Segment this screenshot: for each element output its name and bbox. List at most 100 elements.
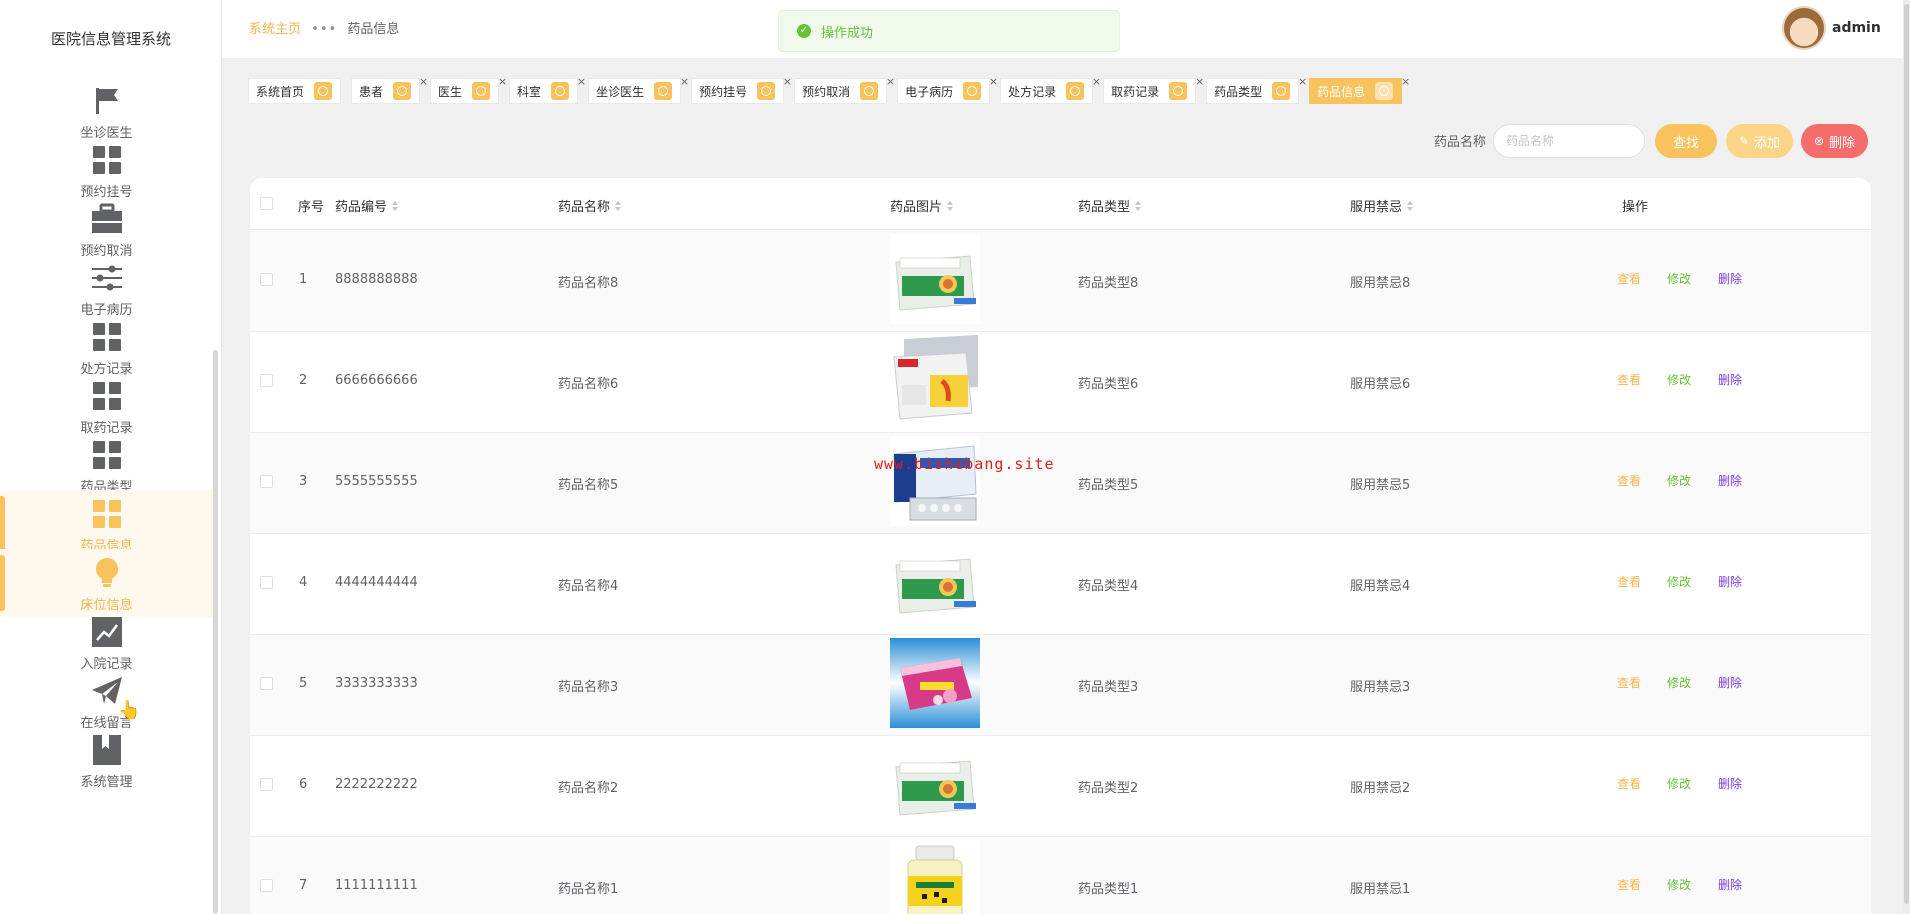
table-row[interactable]: 6 2222222222 药品名称2 药品类型2 服用禁忌2 查看 修改 删除 (250, 736, 1871, 837)
delete-link[interactable]: 删除 (1718, 371, 1742, 388)
view-link[interactable]: 查看 (1617, 876, 1641, 893)
sidebar-item[interactable]: 取药记录 (0, 372, 213, 440)
drug-image[interactable] (890, 234, 980, 324)
sidebar-item[interactable]: 预约挂号 (0, 136, 213, 204)
delete-link[interactable]: 删除 (1718, 270, 1742, 287)
close-icon[interactable]: × (1298, 75, 1307, 88)
delete-link[interactable]: 删除 (1718, 876, 1742, 893)
avatar[interactable] (1782, 6, 1826, 50)
refresh-icon[interactable] (860, 82, 879, 100)
delete-button[interactable]: ⊗ 删除 (1801, 124, 1868, 158)
view-link[interactable]: 查看 (1617, 472, 1641, 489)
sidebar-scrollbar[interactable] (213, 350, 218, 914)
breadcrumb-home[interactable]: 系统主页 (249, 22, 301, 37)
sidebar-item[interactable]: 预约取消 (0, 195, 213, 263)
edit-link[interactable]: 修改 (1667, 371, 1691, 388)
tab[interactable]: 药品类型 × (1206, 75, 1307, 104)
view-link[interactable]: 查看 (1617, 775, 1641, 792)
sidebar-item[interactable]: 药品类型 (0, 431, 213, 499)
close-icon[interactable]: × (783, 75, 792, 88)
edit-link[interactable]: 修改 (1667, 472, 1691, 489)
close-icon[interactable]: × (886, 75, 895, 88)
column-header[interactable]: 药品编号 (335, 196, 399, 215)
table-row[interactable]: 5 3333333333 药品名称3 药品类型3 服用禁忌3 查看 修改 删除 (250, 635, 1871, 736)
row-checkbox[interactable] (260, 576, 273, 589)
refresh-icon[interactable] (757, 82, 776, 100)
sort-icon[interactable] (1407, 200, 1414, 211)
row-checkbox[interactable] (260, 374, 273, 387)
tab[interactable]: 系统首页 (248, 78, 342, 104)
drug-image[interactable] (890, 638, 980, 728)
edit-link[interactable]: 修改 (1667, 775, 1691, 792)
close-icon[interactable]: × (498, 75, 507, 88)
refresh-icon[interactable] (1272, 82, 1291, 100)
sidebar-item[interactable]: 处方记录 (0, 313, 213, 381)
tab[interactable]: 处方记录 × (1000, 75, 1101, 104)
delete-link[interactable]: 删除 (1718, 472, 1742, 489)
view-link[interactable]: 查看 (1617, 371, 1641, 388)
sort-icon[interactable] (615, 200, 622, 211)
tab[interactable]: 坐诊医生 × (588, 75, 689, 104)
row-checkbox[interactable] (260, 778, 273, 791)
username[interactable]: admin (1832, 20, 1881, 36)
refresh-icon[interactable] (393, 82, 412, 100)
row-checkbox[interactable] (260, 475, 273, 488)
view-link[interactable]: 查看 (1617, 573, 1641, 590)
delete-link[interactable]: 删除 (1718, 674, 1742, 691)
tab[interactable]: 电子病历 × (897, 75, 998, 104)
refresh-icon[interactable] (654, 82, 673, 100)
tab[interactable]: 患者 × (351, 75, 428, 104)
sort-icon[interactable] (1135, 200, 1142, 211)
refresh-icon[interactable] (1375, 82, 1394, 100)
page-scrollbar[interactable] (1903, 0, 1910, 914)
table-row[interactable]: 4 4444444444 药品名称4 药品类型4 服用禁忌4 查看 修改 删除 (250, 534, 1871, 635)
delete-link[interactable]: 删除 (1718, 775, 1742, 792)
select-all-checkbox[interactable] (260, 197, 273, 210)
sidebar-item[interactable]: 入院记录 (0, 608, 213, 676)
refresh-icon[interactable] (314, 82, 333, 100)
edit-link[interactable]: 修改 (1667, 573, 1691, 590)
close-icon[interactable]: × (1092, 75, 1101, 88)
refresh-icon[interactable] (963, 82, 982, 100)
sort-icon[interactable] (947, 200, 954, 211)
tab[interactable]: 药品信息 × (1309, 75, 1410, 104)
table-row[interactable]: 3 5555555555 药品名称5 药品类型5 服用禁忌5 查看 修改 删除 (250, 433, 1871, 534)
sort-icon[interactable] (392, 200, 399, 211)
tab[interactable]: 科室 × (509, 75, 586, 104)
close-icon[interactable]: × (989, 75, 998, 88)
column-header[interactable]: 药品名称 (558, 196, 622, 215)
close-icon[interactable]: × (680, 75, 689, 88)
column-header[interactable]: 药品图片 (890, 196, 954, 215)
table-row[interactable]: 7 1111111111 药品名称1 药品类型1 服用禁忌1 查看 修改 删除 (250, 837, 1871, 914)
edit-link[interactable]: 修改 (1667, 674, 1691, 691)
tab[interactable]: 预约取消 × (794, 75, 895, 104)
table-row[interactable]: 2 6666666666 药品名称6 药品类型6 服用禁忌6 查看 修改 删除 (250, 332, 1871, 433)
close-icon[interactable]: × (419, 75, 428, 88)
add-button[interactable]: ✎ 添加 (1726, 124, 1793, 158)
close-icon[interactable]: × (577, 75, 586, 88)
drug-image[interactable] (890, 840, 980, 914)
tab[interactable]: 取药记录 × (1103, 75, 1204, 104)
drug-image[interactable] (890, 436, 980, 526)
edit-link[interactable]: 修改 (1667, 876, 1691, 893)
close-icon[interactable]: × (1401, 75, 1410, 88)
view-link[interactable]: 查看 (1617, 270, 1641, 287)
page-scrollbar-thumb[interactable] (1904, 4, 1909, 904)
table-row[interactable]: 1 8888888888 药品名称8 药品类型8 服用禁忌8 查看 修改 删除 (250, 231, 1871, 332)
delete-link[interactable]: 删除 (1718, 573, 1742, 590)
row-checkbox[interactable] (260, 879, 273, 892)
drug-image[interactable] (890, 739, 980, 829)
refresh-icon[interactable] (472, 82, 491, 100)
refresh-icon[interactable] (1066, 82, 1085, 100)
close-icon[interactable]: × (1195, 75, 1204, 88)
refresh-icon[interactable] (551, 82, 570, 100)
column-header[interactable]: 药品类型 (1078, 196, 1142, 215)
row-checkbox[interactable] (260, 677, 273, 690)
column-header[interactable]: 服用禁忌 (1350, 196, 1414, 215)
drug-image[interactable] (890, 537, 980, 627)
sidebar-item[interactable]: 药品信息 (0, 490, 213, 558)
search-button[interactable]: 查找 (1655, 124, 1717, 158)
sidebar-item[interactable]: 在线留言 (0, 667, 213, 735)
drug-image[interactable] (890, 335, 980, 425)
sidebar-item[interactable]: 床位信息 (0, 549, 213, 617)
